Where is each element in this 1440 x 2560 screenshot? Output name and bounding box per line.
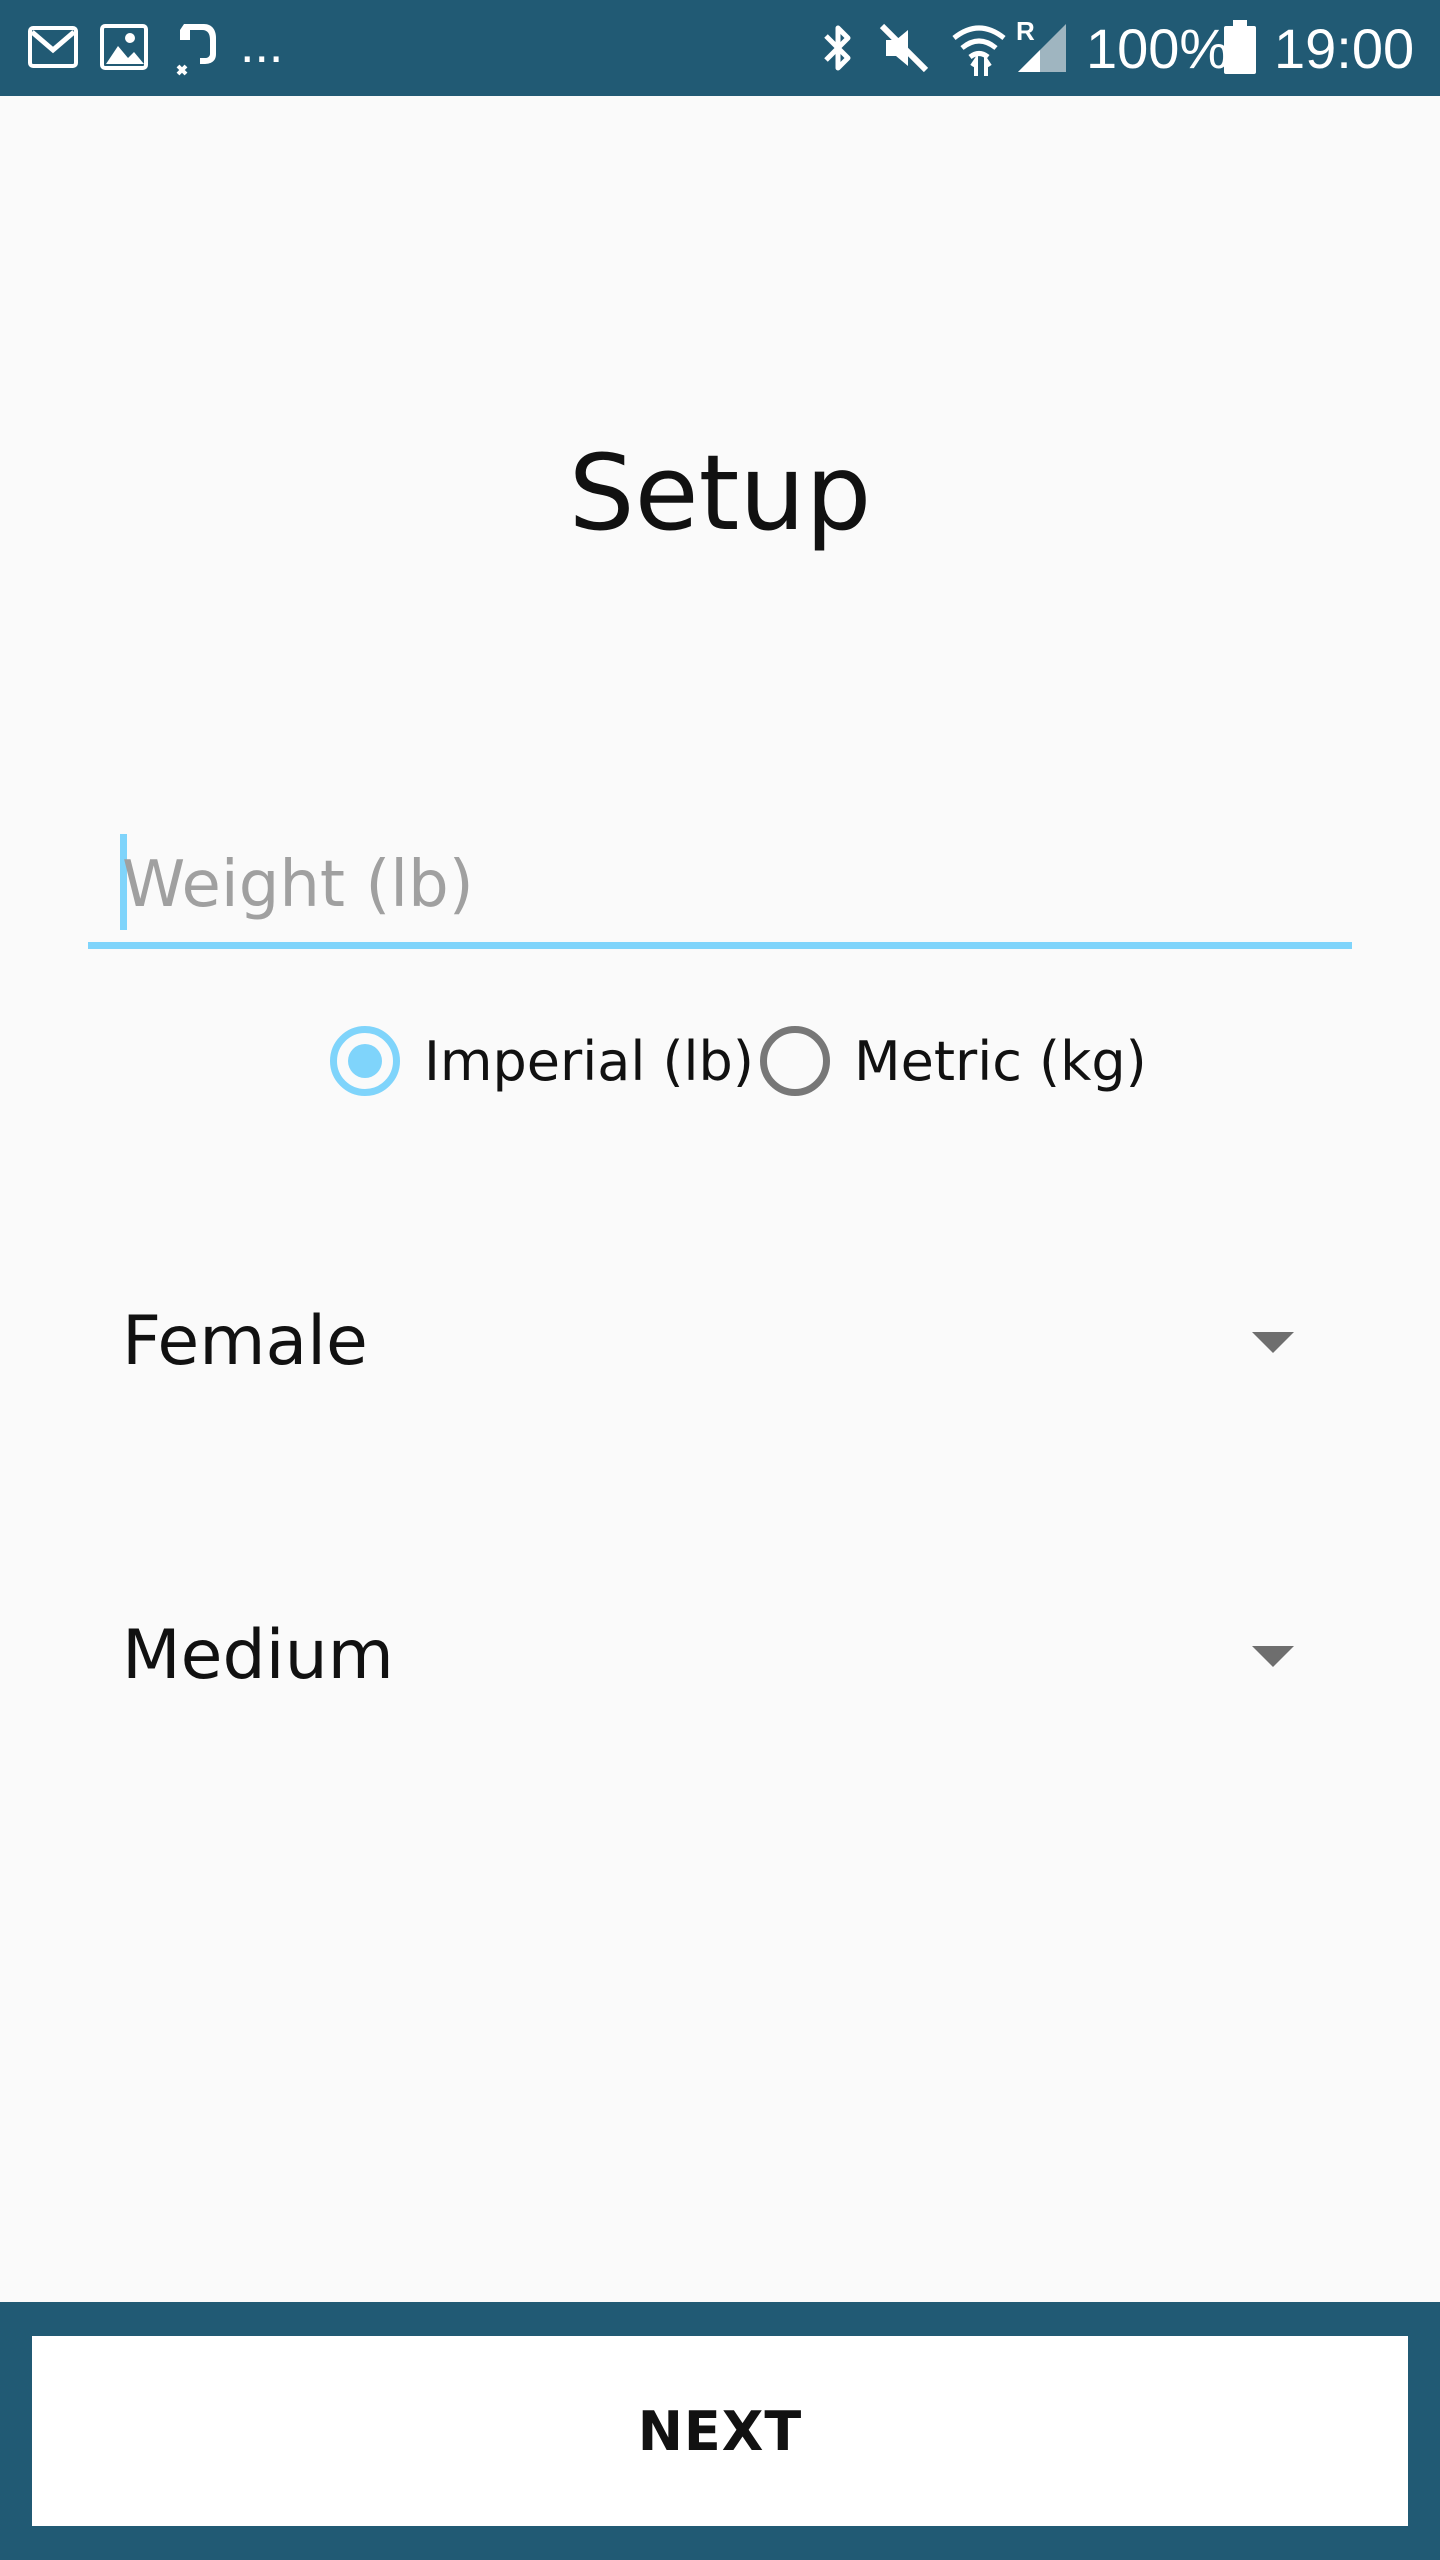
metric-radio-label: Metric (kg) — [854, 1029, 1147, 1093]
evernote-icon — [174, 20, 222, 76]
metric-radio[interactable]: Metric (kg) — [760, 1018, 1147, 1104]
more-notifications-indicator: ... — [240, 16, 284, 74]
battery-percent: 100% — [1086, 17, 1230, 80]
weight-input[interactable] — [122, 840, 1322, 930]
imperial-radio-label: Imperial (lb) — [424, 1029, 754, 1093]
bluetooth-icon — [818, 20, 858, 76]
bottom-bar: NEXT — [0, 2302, 1440, 2560]
status-bar: ... R 100% 19:00 — [0, 0, 1440, 96]
gallery-icon — [100, 24, 148, 70]
size-spinner-value: Medium — [122, 1616, 394, 1695]
signal-icon — [1016, 22, 1068, 74]
next-button[interactable]: NEXT — [32, 2336, 1408, 2526]
dropdown-arrow-icon — [1252, 1332, 1294, 1353]
gmail-icon — [28, 26, 78, 68]
clock: 19:00 — [1274, 17, 1415, 80]
weight-field-underline — [88, 942, 1352, 949]
wifi-icon — [950, 20, 1008, 78]
page-title: Setup — [568, 432, 872, 554]
imperial-radio[interactable]: Imperial (lb) — [330, 1018, 754, 1104]
radio-unchecked-icon — [760, 1026, 830, 1096]
size-spinner[interactable]: Medium — [122, 1596, 1322, 1716]
weight-field[interactable] — [88, 820, 1352, 950]
gender-spinner[interactable]: Female — [122, 1282, 1322, 1402]
gender-spinner-value: Female — [122, 1302, 368, 1381]
dropdown-arrow-icon — [1252, 1646, 1294, 1667]
mute-icon — [876, 20, 932, 76]
radio-checked-icon — [330, 1026, 400, 1096]
battery-icon — [1222, 18, 1258, 76]
